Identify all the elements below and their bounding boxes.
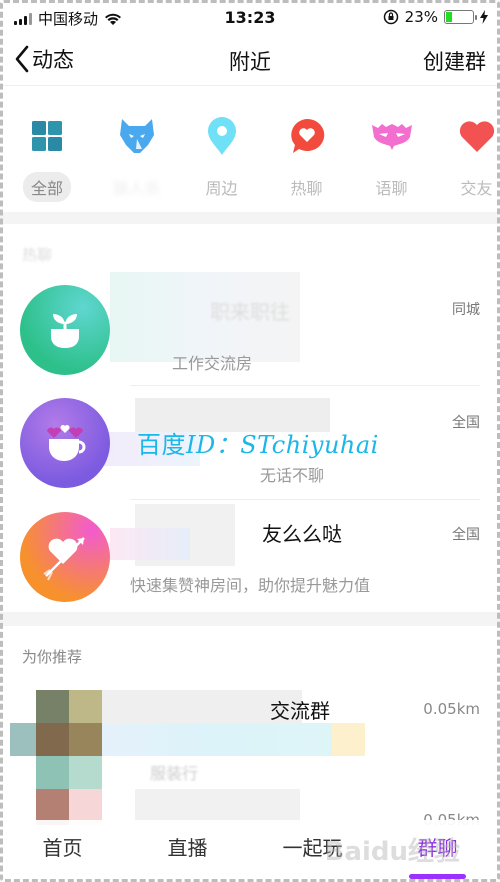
create-group-button[interactable]: 创建群 bbox=[423, 46, 486, 76]
blurred-avatar bbox=[36, 756, 69, 789]
tab-live[interactable]: 直播 bbox=[125, 820, 250, 882]
blurred-avatar bbox=[36, 690, 69, 723]
room-scope-tag: 全国 bbox=[452, 527, 480, 543]
watermark-id: ID：STchiyuhai bbox=[186, 431, 379, 459]
blurred-avatar bbox=[69, 690, 102, 723]
blurred-content bbox=[332, 723, 365, 756]
hot-section-header: 热聊 bbox=[22, 246, 53, 264]
room-title: 职来职往 bbox=[210, 300, 290, 324]
blurred-content bbox=[110, 528, 190, 560]
category-voice-chat[interactable]: 语聊 bbox=[349, 100, 434, 210]
heart-icon bbox=[457, 116, 497, 156]
blurred-avatar bbox=[69, 723, 102, 756]
category-strip: 全部 狼人杀 周边 热聊 语聊 交友 bbox=[0, 100, 500, 210]
blurred-avatar bbox=[36, 723, 69, 756]
group-distance: 0.05km bbox=[423, 700, 480, 718]
room-title: 友么么哒 bbox=[262, 522, 342, 546]
room-subtitle: 快速集赞神房间，助你提升魅力值 bbox=[130, 576, 371, 595]
blurred-avatar bbox=[69, 756, 102, 789]
tab-home[interactable]: 首页 bbox=[0, 820, 125, 882]
category-all[interactable]: 全部 bbox=[0, 100, 94, 210]
room-scope-tag: 全国 bbox=[452, 415, 480, 431]
group-title: 交流群 bbox=[270, 699, 330, 723]
plant-icon bbox=[51, 314, 79, 348]
room-avatar bbox=[20, 285, 110, 375]
room-scope-tag: 同城 bbox=[452, 302, 480, 318]
bottom-tab-bar: 首页 直播 一起玩 群聊 Baidu经验 bbox=[0, 820, 500, 882]
status-bar: 中国移动 13:23 23% bbox=[0, 0, 500, 36]
recommended-header: 为你推荐 bbox=[22, 648, 83, 666]
room-avatar bbox=[20, 398, 110, 488]
blurred-avatar bbox=[10, 723, 36, 756]
room-list-item[interactable]: 友么么哒 快速集赞神房间，助你提升魅力值 全国 bbox=[0, 500, 500, 618]
charging-bolt-icon bbox=[480, 10, 488, 24]
battery-fill bbox=[446, 12, 452, 22]
room-list-item[interactable]: 职来职往 工作交流房 同城 bbox=[0, 272, 500, 386]
heart-arrow-icon bbox=[43, 537, 85, 581]
category-werewolf[interactable]: 狼人杀 bbox=[94, 100, 179, 210]
group-subtitle: 服装行 bbox=[150, 764, 199, 783]
room-subtitle: 无话不聊 bbox=[260, 466, 325, 485]
cup-icon bbox=[47, 425, 86, 461]
category-label: 周边 bbox=[205, 179, 238, 198]
category-label: 全部 bbox=[22, 172, 71, 202]
category-label: 热聊 bbox=[290, 179, 323, 198]
blurred-content bbox=[102, 723, 332, 756]
mask-icon bbox=[371, 116, 412, 156]
watermark-prefix: 百度 bbox=[137, 431, 186, 459]
category-make-friends[interactable]: 交友 bbox=[434, 100, 500, 210]
category-label: 交友 bbox=[460, 179, 493, 198]
category-label: 语聊 bbox=[375, 179, 408, 198]
room-subtitle: 工作交流房 bbox=[172, 354, 253, 373]
group-list-item[interactable]: 交流群 服装行 0.05km bbox=[0, 690, 500, 795]
category-label: 狼人杀 bbox=[112, 179, 161, 198]
chat-heart-icon bbox=[287, 116, 327, 156]
navigation-bar: 动态 附近 创建群 bbox=[0, 36, 500, 86]
section-divider bbox=[0, 212, 500, 224]
battery-percent: 23% bbox=[404, 8, 438, 26]
location-pin-icon bbox=[202, 116, 242, 156]
section-divider bbox=[0, 612, 500, 626]
baidu-jingyan-watermark: Baidu经验 bbox=[324, 837, 460, 867]
baidu-id-watermark: 百度ID：STchiyuhai bbox=[137, 425, 379, 460]
category-hot-chat[interactable]: 热聊 bbox=[264, 100, 349, 210]
grid-icon bbox=[27, 116, 67, 156]
category-nearby[interactable]: 周边 bbox=[179, 100, 264, 210]
room-avatar bbox=[20, 512, 110, 602]
battery-icon bbox=[444, 10, 477, 24]
wolf-icon bbox=[117, 116, 157, 156]
rotation-lock-icon bbox=[383, 9, 398, 25]
